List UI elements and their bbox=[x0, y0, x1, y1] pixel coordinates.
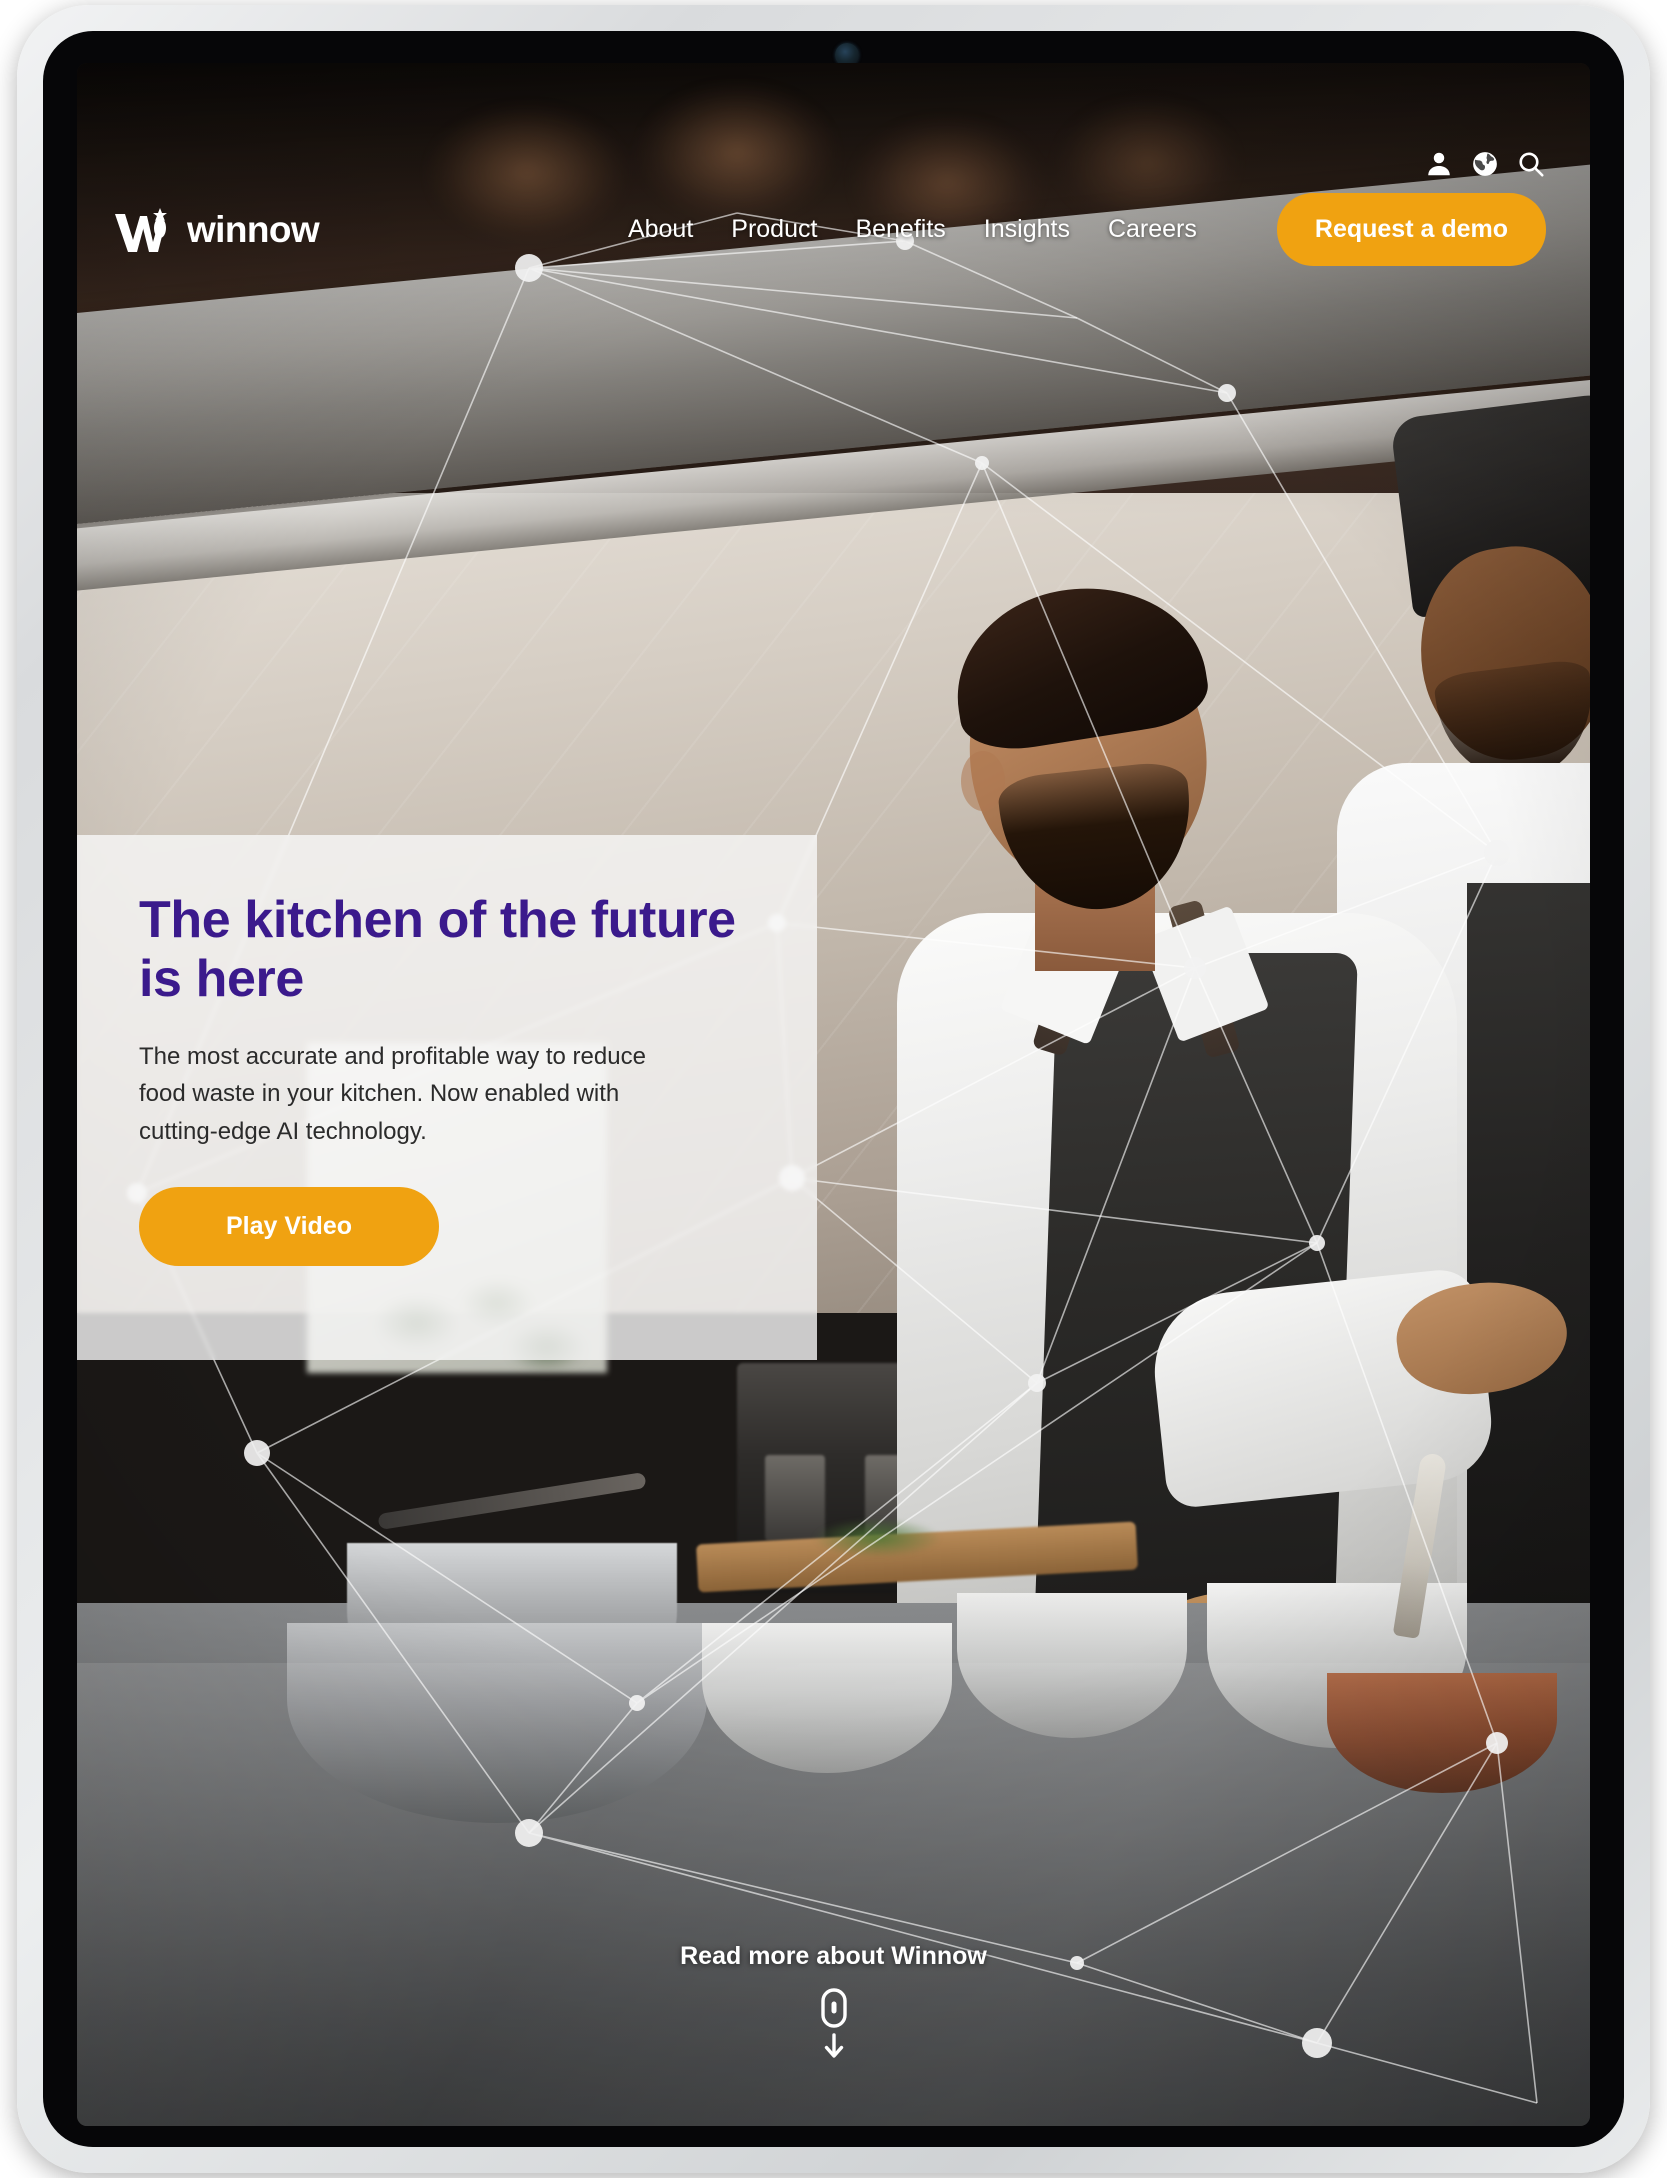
hero-title: The kitchen of the future is here bbox=[139, 891, 736, 1009]
globe-language-icon[interactable] bbox=[1470, 149, 1500, 179]
nav-links: About Product Benefits Insights Careers … bbox=[628, 192, 1546, 266]
winnow-w-carrot-logo-icon bbox=[113, 204, 175, 254]
brand-logo[interactable]: winnow bbox=[113, 204, 320, 254]
mouse-scroll-down-icon bbox=[817, 1987, 851, 2066]
main-navbar: winnow About Product Benefits Insights C… bbox=[77, 189, 1590, 269]
hero-subtitle: The most accurate and profitable way to … bbox=[139, 1042, 646, 1146]
nav-link-about[interactable]: About bbox=[628, 215, 693, 244]
user-account-icon[interactable] bbox=[1424, 149, 1454, 179]
search-icon[interactable] bbox=[1516, 149, 1546, 179]
request-demo-button[interactable]: Request a demo bbox=[1276, 192, 1546, 266]
hero-card: The kitchen of the future is here The mo… bbox=[77, 835, 817, 1360]
nav-link-insights[interactable]: Insights bbox=[984, 215, 1070, 244]
nav-link-product[interactable]: Product bbox=[731, 215, 817, 244]
nav-link-careers[interactable]: Careers bbox=[1108, 215, 1197, 244]
tablet-screen: winnow About Product Benefits Insights C… bbox=[77, 63, 1590, 2126]
nav-link-benefits[interactable]: Benefits bbox=[855, 215, 945, 244]
brand-wordmark: winnow bbox=[187, 208, 320, 250]
play-video-button[interactable]: Play Video bbox=[139, 1187, 439, 1267]
utility-bar bbox=[1424, 149, 1546, 179]
scroll-prompt[interactable]: Read more about Winnow bbox=[77, 1942, 1590, 2066]
read-more-label: Read more about Winnow bbox=[680, 1942, 987, 1970]
tablet-device-frame: winnow About Product Benefits Insights C… bbox=[17, 5, 1650, 2173]
